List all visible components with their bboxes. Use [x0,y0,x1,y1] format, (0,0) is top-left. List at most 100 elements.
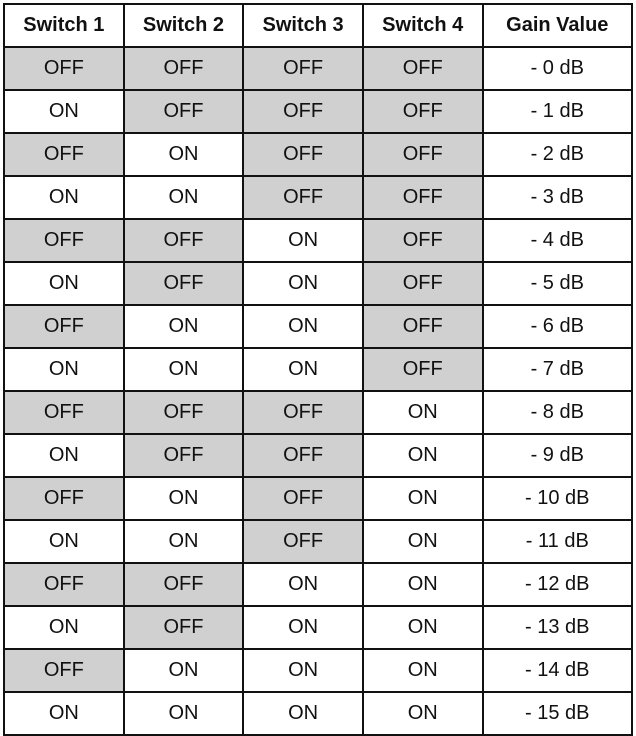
switch-state-cell: ON [3,347,125,392]
gain-value-cell: - 3 dB [481,175,634,220]
switch-state-cell: ON [3,433,125,478]
table-row: OFF OFF OFF ON - 8 dB [3,390,634,435]
switch-state-cell: OFF [3,562,125,607]
switch-state-cell: OFF [122,46,245,91]
switch-state-cell: ON [242,304,364,349]
gain-value-cell: - 0 dB [481,46,634,91]
switch-state-cell: OFF [242,46,364,91]
switch-state-cell: ON [242,605,364,650]
table-row: ON ON ON ON - 15 dB [3,691,634,736]
switch-state-cell: OFF [122,390,245,435]
switch-state-cell: OFF [3,304,125,349]
switch-state-cell: ON [242,648,364,693]
gain-switch-table: Switch 1 Switch 2 Switch 3 Switch 4 Gain Val… [3,3,634,736]
table-row: OFF OFF ON OFF - 4 dB [3,218,634,263]
gain-value-cell: - 12 dB [481,562,634,607]
switch-state-cell: OFF [361,175,484,220]
switch-state-cell: OFF [3,132,125,177]
table-row: ON ON OFF OFF - 3 dB [3,175,634,220]
table-row: OFF OFF OFF OFF - 0 dB [3,46,634,91]
switch-state-cell: ON [361,519,484,564]
switch-state-cell: ON [242,261,364,306]
gain-value-cell: - 8 dB [481,390,634,435]
switch-state-cell: ON [361,562,484,607]
switch-state-cell: OFF [3,476,125,521]
table-row: OFF ON OFF OFF - 2 dB [3,132,634,177]
column-header: Switch 3 [242,3,364,48]
column-header: Gain Value [481,3,634,48]
switch-state-cell: OFF [242,390,364,435]
table-row: ON OFF ON OFF - 5 dB [3,261,634,306]
gain-value-cell: - 10 dB [481,476,634,521]
switch-state-cell: OFF [361,132,484,177]
switch-state-cell: OFF [242,175,364,220]
column-header: Switch 1 [3,3,125,48]
switch-state-cell: OFF [122,605,245,650]
switch-state-cell: OFF [242,433,364,478]
gain-value-cell: - 1 dB [481,89,634,134]
switch-state-cell: ON [122,476,245,521]
switch-state-cell: ON [242,347,364,392]
switch-state-cell: ON [361,648,484,693]
switch-state-cell: ON [122,519,245,564]
switch-state-cell: OFF [361,218,484,263]
switch-state-cell: OFF [242,89,364,134]
switch-state-cell: ON [361,605,484,650]
table-row: ON OFF ON ON - 13 dB [3,605,634,650]
switch-state-cell: ON [122,304,245,349]
gain-value-cell: - 5 dB [481,261,634,306]
gain-value-cell: - 9 dB [481,433,634,478]
switch-state-cell: ON [3,519,125,564]
table-row: ON OFF OFF ON - 9 dB [3,433,634,478]
switch-state-cell: OFF [361,347,484,392]
switch-state-cell: OFF [242,132,364,177]
gain-value-cell: - 2 dB [481,132,634,177]
switch-state-cell: OFF [242,519,364,564]
switch-state-cell: ON [361,433,484,478]
switch-state-cell: ON [3,691,125,736]
switch-state-cell: ON [242,562,364,607]
table-row: ON OFF OFF OFF - 1 dB [3,89,634,134]
switch-state-cell: ON [361,476,484,521]
column-header: Switch 2 [122,3,245,48]
switch-state-cell: OFF [361,46,484,91]
switch-state-cell: OFF [3,46,125,91]
switch-state-cell: ON [242,218,364,263]
switch-state-cell: OFF [361,89,484,134]
gain-value-cell: - 15 dB [481,691,634,736]
switch-state-cell: OFF [242,476,364,521]
switch-state-cell: ON [3,261,125,306]
switch-state-cell: OFF [122,433,245,478]
switch-state-cell: ON [122,347,245,392]
gain-value-cell: - 7 dB [481,347,634,392]
table-row: OFF ON OFF ON - 10 dB [3,476,634,521]
table-row: ON ON ON OFF - 7 dB [3,347,634,392]
gain-value-cell: - 11 dB [481,519,634,564]
switch-state-cell: ON [3,605,125,650]
switch-state-cell: OFF [361,261,484,306]
gain-value-cell: - 13 dB [481,605,634,650]
switch-state-cell: ON [361,691,484,736]
table-row: ON ON OFF ON - 11 dB [3,519,634,564]
gain-value-cell: - 14 dB [481,648,634,693]
table-row: OFF OFF ON ON - 12 dB [3,562,634,607]
gain-value-cell: - 6 dB [481,304,634,349]
switch-state-cell: OFF [122,89,245,134]
switch-state-cell: ON [122,132,245,177]
header-row: Switch 1 Switch 2 Switch 3 Switch 4 Gain Val… [3,3,634,48]
gain-value-cell: - 4 dB [481,218,634,263]
switch-state-cell: ON [122,648,245,693]
switch-state-cell: OFF [3,390,125,435]
switch-state-cell: ON [122,175,245,220]
switch-state-cell: ON [361,390,484,435]
switch-state-cell: OFF [361,304,484,349]
switch-state-cell: OFF [3,218,125,263]
switch-state-cell: ON [122,691,245,736]
switch-state-cell: ON [3,175,125,220]
table-row: OFF ON ON OFF - 6 dB [3,304,634,349]
switch-state-cell: ON [242,691,364,736]
switch-state-cell: OFF [122,218,245,263]
switch-state-cell: ON [3,89,125,134]
switch-state-cell: OFF [122,562,245,607]
table-row: OFF ON ON ON - 14 dB [3,648,634,693]
